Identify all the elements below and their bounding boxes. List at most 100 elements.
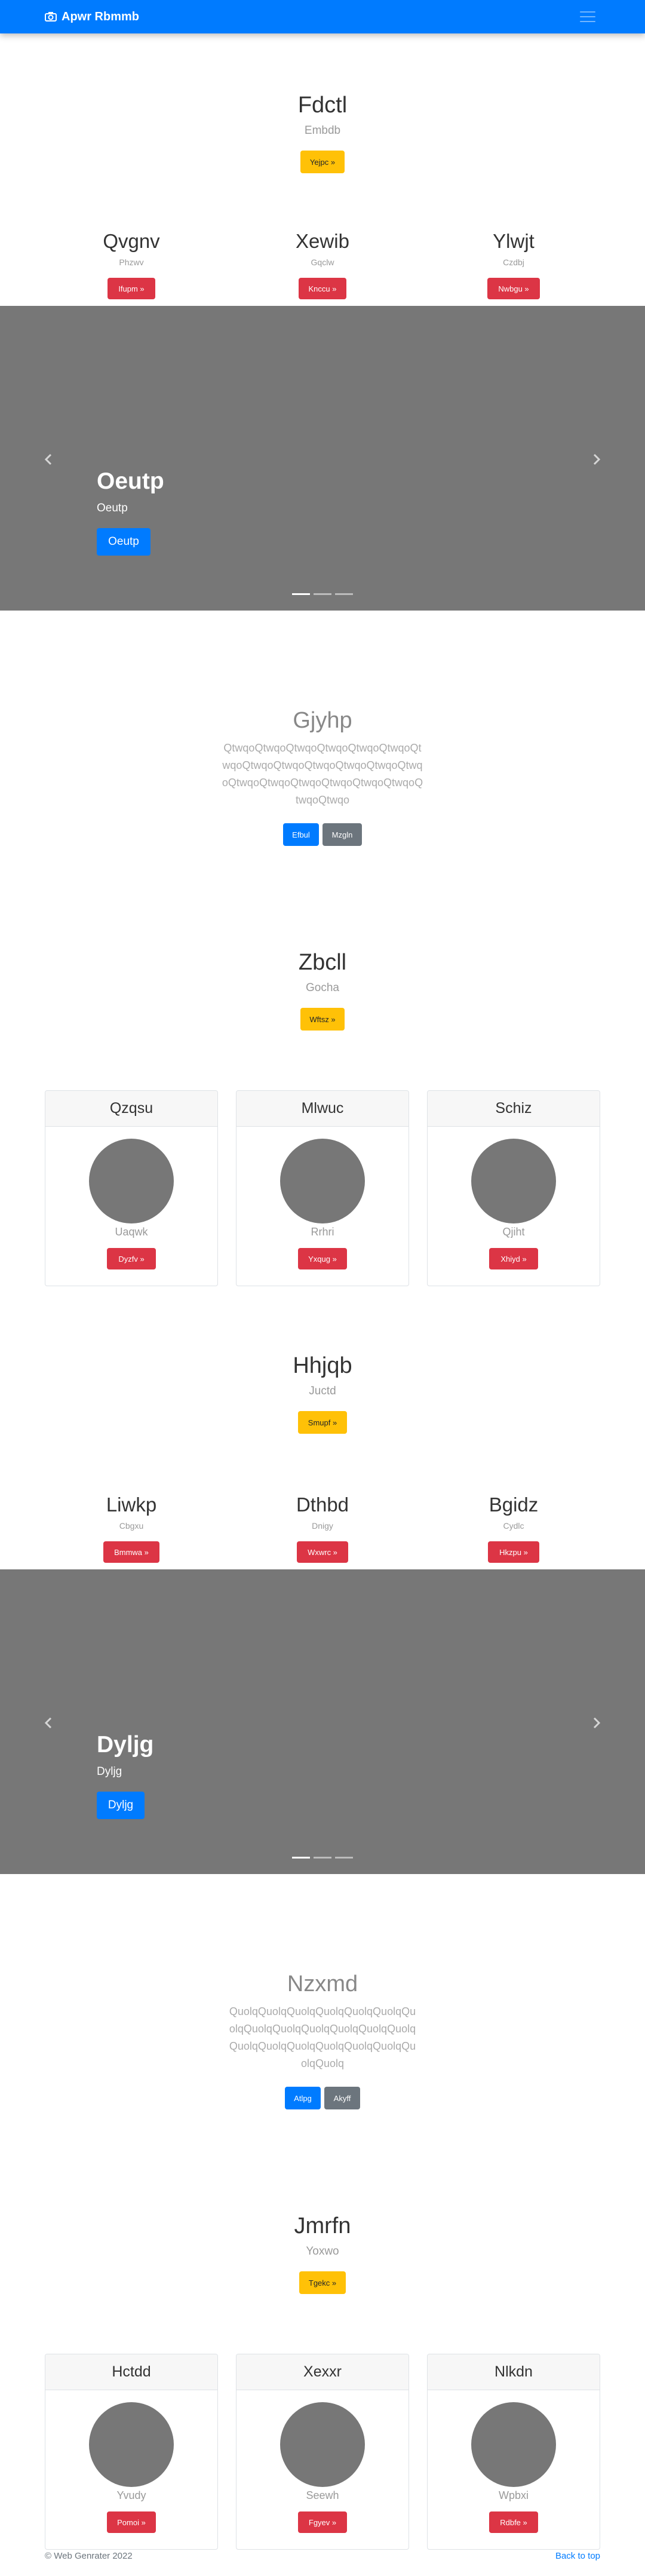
column-subtitle: Cydlc (503, 1521, 524, 1531)
avatar (280, 1139, 365, 1223)
lead-title: Nzxmd (287, 1971, 358, 1997)
column-button[interactable]: Ifupm » (108, 278, 155, 299)
section-title: Fdctl (297, 93, 348, 118)
card-subtitle: Qjiht (502, 1226, 525, 1238)
carousel-indicators (0, 1857, 645, 1859)
card: Schiz Qjiht Xhiyd » (427, 1090, 600, 1286)
section-3-header: Hhjqb Juctd Smupf » (0, 1353, 645, 1434)
carousel-subtitle: Oeutp (97, 502, 128, 514)
avatar (89, 2402, 174, 2487)
column-item: Ylwjt Czdbj Nwbgu » (424, 230, 603, 299)
card: Xexxr Seewh Fgyev » (236, 2354, 409, 2550)
avatar (280, 2402, 365, 2487)
card-button[interactable]: Pomoi » (107, 2511, 156, 2533)
card-header: Xexxr (236, 2354, 408, 2390)
avatar (471, 1139, 556, 1223)
section-subtitle: Yoxwo (306, 2245, 339, 2258)
camera-icon (45, 12, 57, 22)
section-subtitle: Embdb (304, 124, 341, 137)
section-button[interactable]: Wftsz » (300, 1008, 345, 1031)
column-subtitle: Cbgxu (119, 1521, 144, 1531)
section-button[interactable]: Tgekc » (299, 2271, 346, 2294)
navbar-brand[interactable]: Apwr Rbmmb (45, 10, 139, 24)
card-button[interactable]: Dyzfv » (107, 1248, 156, 1269)
section-title: Zbcll (298, 950, 347, 975)
chevron-right-icon[interactable] (589, 452, 603, 467)
card: Qzqsu Uaqwk Dyzfv » (45, 1090, 218, 1286)
carousel-button[interactable]: Dyljg (97, 1792, 145, 1819)
column-item: Bgidz Cydlc Hkzpu » (424, 1494, 603, 1563)
column-item: Xewib Gqclw Knccu » (233, 230, 412, 299)
column-title: Dthbd (296, 1494, 349, 1516)
card-button[interactable]: Rdbfe » (489, 2511, 538, 2533)
section-button[interactable]: Smupf » (298, 1411, 347, 1434)
card-header: Mlwuc (236, 1091, 408, 1127)
column-button[interactable]: Bmmwa » (103, 1541, 159, 1563)
secondary-button[interactable]: Akyff (324, 2087, 360, 2109)
menu-icon[interactable] (575, 7, 600, 27)
chevron-left-icon[interactable] (42, 1716, 56, 1730)
column-title: Xewib (296, 230, 349, 252)
back-to-top-link[interactable]: Back to top (555, 2551, 600, 2561)
column-subtitle: Phzwv (119, 257, 144, 267)
lead-text: QuolqQuolqQuolqQuolqQuolqQuolqQuolqQuolq… (229, 2005, 416, 2069)
column-button[interactable]: Knccu » (299, 278, 346, 299)
card-subtitle: Wpbxi (498, 2489, 529, 2501)
navbar: Apwr Rbmmb (0, 0, 645, 33)
secondary-button[interactable]: Mzgln (322, 823, 362, 846)
lead-text: QtwqoQtwqoQtwqoQtwqoQtwqoQtwqoQtwqoQtwqo… (222, 742, 423, 806)
lead-section: Nzxmd QuolqQuolqQuolqQuolqQuolqQuolqQuol… (0, 1971, 645, 2109)
column-title: Ylwjt (493, 230, 535, 252)
chevron-left-icon[interactable] (42, 452, 56, 467)
column-button[interactable]: Wxwrc » (297, 1541, 348, 1563)
lead-section: Gjyhp QtwqoQtwqoQtwqoQtwqoQtwqoQtwqoQtwq… (0, 708, 645, 846)
card-header: Hctdd (45, 2354, 217, 2390)
carousel-title: Oeutp (97, 468, 164, 494)
card-button[interactable]: Fgyev » (298, 2511, 347, 2533)
card-subtitle: Yvudy (116, 2489, 146, 2501)
column-item: Qvgnv Phzwv Ifupm » (42, 230, 221, 299)
carousel-caption: Dyljg Dyljg Dyljg (97, 1732, 153, 1819)
carousel-indicator[interactable] (335, 593, 353, 595)
section-2-header: Zbcll Gocha Wftsz » (0, 950, 645, 1031)
card-header: Schiz (428, 1091, 600, 1127)
carousel: Dyljg Dyljg Dyljg (0, 1569, 645, 1874)
column-subtitle: Czdbj (503, 257, 524, 267)
carousel-indicator[interactable] (292, 1857, 310, 1859)
card-subtitle: Uaqwk (115, 1226, 148, 1238)
lead-title: Gjyhp (293, 708, 352, 733)
section-title: Hhjqb (293, 1353, 352, 1378)
column-title: Bgidz (489, 1494, 539, 1516)
section-4-header: Jmrfn Yoxwo Tgekc » (0, 2213, 645, 2294)
card: Nlkdn Wpbxi Rdbfe » (427, 2354, 600, 2550)
carousel-indicator[interactable] (292, 593, 310, 595)
column-button[interactable]: Hkzpu » (488, 1541, 539, 1563)
column-title: Liwkp (106, 1494, 157, 1516)
footer-copyright: © Web Genrater 2022 (45, 2551, 133, 2561)
carousel-indicator[interactable] (314, 593, 331, 595)
card-button[interactable]: Yxqug » (298, 1248, 347, 1269)
section-subtitle: Juctd (309, 1385, 336, 1397)
column-button[interactable]: Nwbgu » (487, 278, 540, 299)
column-subtitle: Gqclw (311, 257, 334, 267)
card: Hctdd Yvudy Pomoi » (45, 2354, 218, 2550)
footer: © Web Genrater 2022 Back to top (45, 2551, 600, 2561)
card-button[interactable]: Xhiyd » (489, 1248, 538, 1269)
card-header: Nlkdn (428, 2354, 600, 2390)
brand-label: Apwr Rbmmb (62, 10, 139, 23)
card-header: Qzqsu (45, 1091, 217, 1127)
carousel-button[interactable]: Oeutp (97, 528, 150, 556)
card-subtitle: Seewh (306, 2489, 339, 2501)
primary-button[interactable]: Atlpg (285, 2087, 321, 2109)
column-title: Qvgnv (103, 230, 160, 252)
section-1-header: Fdctl Embdb Yejpc » (0, 93, 645, 173)
card-subtitle: Rrhri (311, 1226, 334, 1238)
carousel-subtitle: Dyljg (97, 1765, 122, 1778)
carousel-caption: Oeutp Oeutp Oeutp (97, 468, 164, 556)
column-subtitle: Dnigy (312, 1521, 333, 1531)
section-button[interactable]: Yejpc » (300, 151, 345, 173)
chevron-right-icon[interactable] (589, 1716, 603, 1730)
carousel-indicator[interactable] (335, 1857, 353, 1859)
carousel-indicator[interactable] (314, 1857, 331, 1859)
primary-button[interactable]: Efbul (283, 823, 319, 846)
